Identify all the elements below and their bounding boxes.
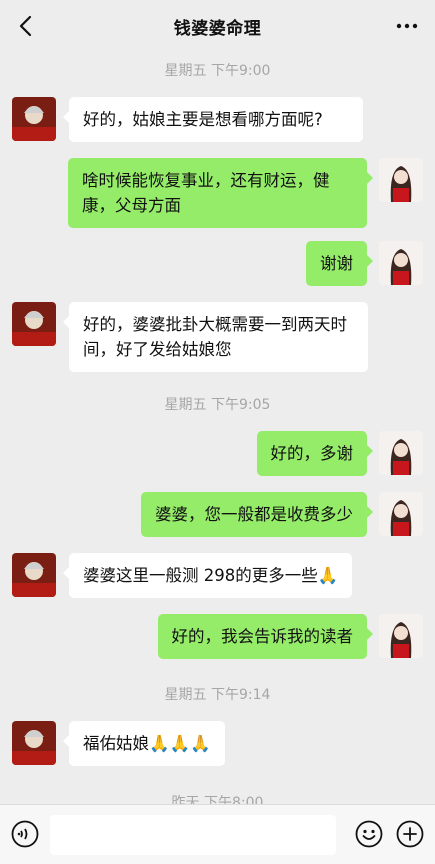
avatar-self[interactable]: [379, 241, 423, 285]
avatar-self[interactable]: [379, 158, 423, 202]
avatar-self[interactable]: [379, 431, 423, 475]
message-text: 好的，多谢: [270, 444, 354, 463]
avatar-fortune-teller[interactable]: [12, 553, 56, 597]
avatar-fortune-teller[interactable]: [12, 721, 56, 765]
avatar-self[interactable]: [379, 492, 423, 536]
chat-area[interactable]: 星期五 下午9:00 好的，姑娘主要是想看哪方面呢? 啥时候能恢复事业，还有财运…: [0, 52, 435, 804]
timestamp: 昨天 下午8:00: [171, 795, 264, 804]
message-text: 好的，婆婆批卦大概需要一到两天时间，好了发给姑娘您: [83, 315, 347, 359]
message-bubble-outgoing[interactable]: 谢谢: [306, 241, 373, 286]
message-bubble-outgoing[interactable]: 婆婆，您一般都是收费多少: [141, 492, 373, 537]
message-input[interactable]: [50, 815, 336, 855]
message-bubble-incoming[interactable]: 好的，姑娘主要是想看哪方面呢?: [63, 97, 363, 142]
message-bubble-incoming[interactable]: 好的，婆婆批卦大概需要一到两天时间，好了发给姑娘您: [63, 302, 368, 372]
timestamp: 星期五 下午9:14: [164, 687, 271, 703]
message-text: 福佑姑娘🙏🙏🙏: [83, 734, 211, 753]
emoji-icon[interactable]: [355, 820, 383, 848]
chevron-left-icon[interactable]: [14, 15, 36, 37]
chat-title: 钱婆婆命理: [173, 18, 262, 39]
chat-header: 钱婆婆命理: [0, 0, 435, 52]
message-text: 好的，我会告诉我的读者: [171, 627, 354, 646]
avatar-self[interactable]: [379, 614, 423, 658]
input-toolbar: [0, 804, 435, 864]
message-bubble-incoming[interactable]: 婆婆这里一般测 298的更多一些🙏: [62, 553, 353, 598]
avatar-fortune-teller[interactable]: [12, 97, 56, 141]
message-text: 好的，姑娘主要是想看哪方面呢?: [83, 110, 323, 129]
timestamp: 星期五 下午9:00: [164, 63, 271, 79]
avatar-fortune-teller[interactable]: [12, 302, 56, 346]
message-text: 婆婆，您一般都是收费多少: [155, 505, 353, 524]
message-bubble-incoming[interactable]: 福佑姑娘🙏🙏🙏: [63, 721, 225, 766]
message-bubble-outgoing[interactable]: 好的，我会告诉我的读者: [157, 614, 373, 659]
timestamp: 星期五 下午9:05: [164, 397, 271, 413]
more-dots-icon[interactable]: [395, 15, 419, 37]
message-bubble-outgoing[interactable]: 啥时候能恢复事业，还有财运，健康，父母方面: [68, 158, 373, 228]
plus-icon[interactable]: [396, 820, 424, 848]
message-text: 婆婆这里一般测 298的更多一些🙏: [83, 566, 339, 585]
message-text: 啥时候能恢复事业，还有财运，健康，父母方面: [82, 171, 330, 215]
message-bubble-outgoing[interactable]: 好的，多谢: [256, 431, 373, 476]
voice-icon[interactable]: [11, 820, 39, 848]
message-text: 谢谢: [320, 254, 353, 273]
